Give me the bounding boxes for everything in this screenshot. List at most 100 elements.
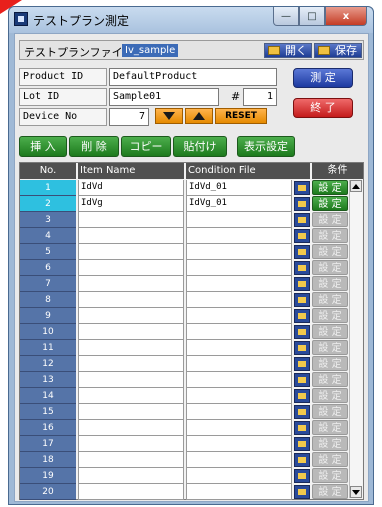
condition-file-cell[interactable] xyxy=(186,356,292,372)
copy-button[interactable]: コピー xyxy=(121,136,171,157)
end-button[interactable]: 終 了 xyxy=(293,98,353,118)
browse-folder-icon[interactable] xyxy=(294,453,310,467)
condition-set-button[interactable]: 設 定 xyxy=(312,276,348,291)
table-row[interactable]: 2 IdVg IdVg_01 設 定 xyxy=(20,196,350,212)
item-name-cell[interactable] xyxy=(78,228,184,244)
condition-file-cell[interactable] xyxy=(186,420,292,436)
browse-folder-icon[interactable] xyxy=(294,373,310,387)
table-row[interactable]: 9 設 定 xyxy=(20,308,350,324)
item-name-cell[interactable] xyxy=(78,420,184,436)
row-number[interactable]: 20 xyxy=(20,484,76,500)
condition-file-cell[interactable] xyxy=(186,484,292,500)
row-number[interactable]: 13 xyxy=(20,372,76,388)
condition-file-cell[interactable]: IdVg_01 xyxy=(186,196,292,212)
browse-folder-icon[interactable] xyxy=(294,341,310,355)
item-name-cell[interactable] xyxy=(78,292,184,308)
item-name-cell[interactable] xyxy=(78,340,184,356)
condition-file-cell[interactable] xyxy=(186,404,292,420)
item-name-cell[interactable] xyxy=(78,452,184,468)
row-number[interactable]: 3 xyxy=(20,212,76,228)
condition-set-button[interactable]: 設 定 xyxy=(312,340,348,355)
table-row[interactable]: 10 設 定 xyxy=(20,324,350,340)
open-button[interactable]: 開く xyxy=(264,43,312,58)
maximize-button[interactable]: □ xyxy=(299,7,325,26)
table-row[interactable]: 6 設 定 xyxy=(20,260,350,276)
browse-folder-icon[interactable] xyxy=(294,181,310,195)
browse-folder-icon[interactable] xyxy=(294,437,310,451)
condition-set-button[interactable]: 設 定 xyxy=(312,196,348,211)
product-id-field[interactable]: DefaultProduct xyxy=(109,68,277,86)
condition-file-cell[interactable] xyxy=(186,228,292,244)
browse-folder-icon[interactable] xyxy=(294,389,310,403)
row-number[interactable]: 11 xyxy=(20,340,76,356)
condition-file-cell[interactable] xyxy=(186,340,292,356)
browse-folder-icon[interactable] xyxy=(294,421,310,435)
condition-set-button[interactable]: 設 定 xyxy=(312,244,348,259)
condition-set-button[interactable]: 設 定 xyxy=(312,372,348,387)
table-row[interactable]: 16 設 定 xyxy=(20,420,350,436)
paste-button[interactable]: 貼付け xyxy=(173,136,227,157)
table-row[interactable]: 20 設 定 xyxy=(20,484,350,500)
row-number[interactable]: 19 xyxy=(20,468,76,484)
table-row[interactable]: 4 設 定 xyxy=(20,228,350,244)
condition-file-cell[interactable]: IdVd_01 xyxy=(186,180,292,196)
item-name-cell[interactable] xyxy=(78,244,184,260)
table-row[interactable]: 1 IdVd IdVd_01 設 定 xyxy=(20,180,350,196)
table-row[interactable]: 7 設 定 xyxy=(20,276,350,292)
device-down-button[interactable] xyxy=(155,108,183,124)
condition-file-cell[interactable] xyxy=(186,468,292,484)
table-row[interactable]: 11 設 定 xyxy=(20,340,350,356)
item-name-cell[interactable] xyxy=(78,212,184,228)
browse-folder-icon[interactable] xyxy=(294,309,310,323)
row-number[interactable]: 10 xyxy=(20,324,76,340)
delete-button[interactable]: 削 除 xyxy=(69,136,119,157)
browse-folder-icon[interactable] xyxy=(294,357,310,371)
insert-button[interactable]: 挿 入 xyxy=(19,136,67,157)
row-number[interactable]: 15 xyxy=(20,404,76,420)
condition-set-button[interactable]: 設 定 xyxy=(312,468,348,483)
row-number[interactable]: 8 xyxy=(20,292,76,308)
device-no-field[interactable]: 7 xyxy=(109,108,149,126)
row-number[interactable]: 4 xyxy=(20,228,76,244)
item-name-cell[interactable] xyxy=(78,436,184,452)
display-settings-button[interactable]: 表示設定 xyxy=(237,136,295,157)
row-number[interactable]: 7 xyxy=(20,276,76,292)
test-plan-file-name[interactable]: Iv_sample xyxy=(122,44,179,57)
row-number[interactable]: 16 xyxy=(20,420,76,436)
grid-scrollbar[interactable] xyxy=(349,180,362,498)
item-name-cell[interactable] xyxy=(78,468,184,484)
condition-set-button[interactable]: 設 定 xyxy=(312,420,348,435)
item-name-cell[interactable] xyxy=(78,356,184,372)
table-row[interactable]: 5 設 定 xyxy=(20,244,350,260)
condition-set-button[interactable]: 設 定 xyxy=(312,356,348,371)
item-name-cell[interactable]: IdVg xyxy=(78,196,184,212)
row-number[interactable]: 6 xyxy=(20,260,76,276)
condition-set-button[interactable]: 設 定 xyxy=(312,260,348,275)
table-row[interactable]: 17 設 定 xyxy=(20,436,350,452)
condition-set-button[interactable]: 設 定 xyxy=(312,388,348,403)
device-up-button[interactable] xyxy=(185,108,213,124)
row-number[interactable]: 2 xyxy=(20,196,76,212)
minimize-button[interactable]: — xyxy=(273,7,299,26)
lot-id-field[interactable]: Sample01 xyxy=(109,88,219,106)
condition-set-button[interactable]: 設 定 xyxy=(312,180,348,195)
condition-set-button[interactable]: 設 定 xyxy=(312,292,348,307)
table-row[interactable]: 18 設 定 xyxy=(20,452,350,468)
condition-file-cell[interactable] xyxy=(186,260,292,276)
condition-set-button[interactable]: 設 定 xyxy=(312,452,348,467)
row-number[interactable]: 14 xyxy=(20,388,76,404)
condition-set-button[interactable]: 設 定 xyxy=(312,228,348,243)
condition-set-button[interactable]: 設 定 xyxy=(312,436,348,451)
condition-file-cell[interactable] xyxy=(186,436,292,452)
browse-folder-icon[interactable] xyxy=(294,197,310,211)
scroll-down-button[interactable] xyxy=(350,486,362,498)
reset-button[interactable]: RESET xyxy=(215,108,267,124)
condition-file-cell[interactable] xyxy=(186,388,292,404)
title-bar[interactable]: テストプラン測定 — □ x xyxy=(9,7,373,33)
hash-field[interactable]: 1 xyxy=(243,88,277,106)
condition-file-cell[interactable] xyxy=(186,276,292,292)
item-name-cell[interactable] xyxy=(78,388,184,404)
browse-folder-icon[interactable] xyxy=(294,405,310,419)
browse-folder-icon[interactable] xyxy=(294,213,310,227)
item-name-cell[interactable] xyxy=(78,260,184,276)
